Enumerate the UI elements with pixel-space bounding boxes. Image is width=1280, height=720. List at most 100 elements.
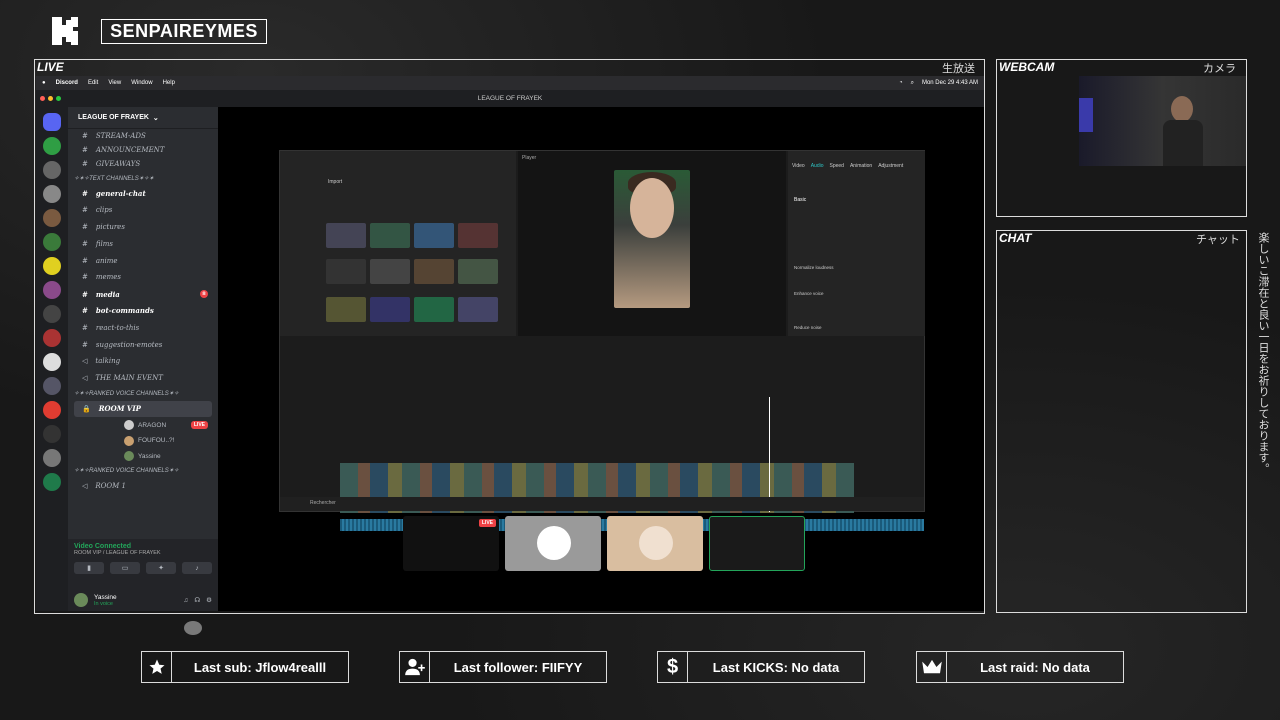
voice-member[interactable]: Yassine [68, 448, 218, 464]
server-icon[interactable] [43, 401, 61, 419]
server-icon[interactable] [43, 449, 61, 467]
menu-app[interactable]: Discord [56, 80, 78, 86]
channel-item[interactable]: # GIVEAWAYS [68, 157, 218, 171]
live-badge: LIVE [478, 519, 496, 527]
channel-talking[interactable]: ◁ talking [68, 353, 218, 370]
speaker-icon: ◁ [82, 482, 88, 491]
playhead[interactable] [769, 397, 770, 512]
player-panel: Player [518, 151, 786, 336]
server-icon[interactable] [43, 209, 61, 227]
channel-anime[interactable]: # anime [68, 252, 218, 269]
hash-icon: # [82, 239, 88, 248]
menu-edit[interactable]: Edit [88, 80, 98, 86]
server-name: LEAGUE OF FRAYEK [78, 114, 149, 121]
crown-icon [917, 652, 947, 682]
participant-tile-speaking[interactable] [709, 516, 805, 571]
live-label: LIVE [37, 60, 64, 74]
close-window-button[interactable] [40, 96, 45, 101]
channel-main-event[interactable]: ◁ THE MAIN EVENT [68, 370, 218, 387]
server-header[interactable]: LEAGUE OF FRAYEK ⌄ [68, 107, 218, 129]
server-icon[interactable] [43, 137, 61, 155]
voice-room-vip[interactable]: 🔒 ROOM VIP [74, 400, 212, 418]
hash-icon: # [82, 188, 88, 198]
server-icon[interactable] [43, 473, 61, 491]
minimize-window-button[interactable] [48, 96, 53, 101]
hash-icon: # [82, 306, 88, 316]
server-icon[interactable] [43, 353, 61, 371]
tab-audio[interactable]: Audio [811, 163, 824, 169]
tab-speed[interactable]: Speed [830, 163, 844, 169]
channel-general-chat[interactable]: # general-chat [68, 185, 218, 202]
channel-label: ROOM VIP [98, 404, 141, 414]
channel-films[interactable]: # films [68, 235, 218, 252]
discord-home-icon[interactable] [43, 113, 61, 131]
channel-name: SENPAIREYMES [101, 19, 267, 44]
import-label[interactable]: Import [328, 179, 342, 185]
channel-suggestion-emotes[interactable]: # suggestion-emotes [68, 336, 218, 353]
camera-icon: ▮ [74, 562, 104, 574]
voice-member[interactable]: ARAGON LIVE [68, 417, 218, 433]
server-icon[interactable] [43, 425, 61, 443]
channel-bot-commands[interactable]: # bot-commands [68, 303, 218, 320]
activities-button[interactable]: ✦ [146, 562, 176, 574]
user-avatar[interactable] [74, 593, 88, 607]
server-icon[interactable] [43, 329, 61, 347]
reduce-label[interactable]: Reduce noise [794, 325, 822, 330]
normalize-label[interactable]: Normalize loudness [794, 265, 834, 270]
channel-clips[interactable]: # clips [68, 202, 218, 219]
shared-video-editor[interactable]: Import Player Video Audio Speed Animatio… [279, 150, 925, 531]
last-sub-box: Last sub: Jflow4realll [141, 651, 349, 683]
channel-media[interactable]: # media 8 [68, 286, 218, 303]
audio-inspector: Video Audio Speed Animation Adjustment B… [788, 151, 925, 336]
wifi-icon[interactable]: ◔ [899, 80, 903, 87]
star-icon [142, 652, 172, 682]
screen-share-icon: ▭ [110, 562, 140, 574]
server-icon[interactable] [43, 305, 61, 323]
soundboard-button[interactable]: ♪ [182, 562, 212, 574]
server-icon[interactable] [43, 257, 61, 275]
text-category[interactable]: ✧✶✧TEXT CHANNELS✶✧✶ [68, 171, 218, 185]
gear-icon[interactable]: ⚙ [206, 596, 212, 604]
menu-view[interactable]: View [108, 80, 121, 86]
user-status: In voice [94, 600, 113, 607]
server-icon[interactable] [43, 377, 61, 395]
voice-member[interactable]: FOUFOU..?! [68, 433, 218, 449]
voice-category[interactable]: ✧✶✧RANKED VOICE CHANNELS✶✧ [68, 387, 218, 401]
voice-category-2[interactable]: ✧✶✧RANKED VOICE CHANNELS✶✧ [68, 464, 218, 478]
tab-animation[interactable]: Animation [850, 163, 872, 169]
speaker-icon: ◁ [82, 357, 88, 366]
channel-item[interactable]: # STREAM-ADS [68, 129, 218, 143]
server-icon[interactable] [43, 281, 61, 299]
stream-tile[interactable]: LIVE [403, 516, 499, 571]
apple-icon[interactable]: ● [42, 80, 46, 86]
participant-tile[interactable] [607, 516, 703, 571]
user-name: Yassine [94, 593, 117, 601]
screen-share-button[interactable]: ▭ [110, 562, 140, 574]
clock[interactable]: Mon Dec 29 4:43 AM [922, 80, 978, 87]
channel-memes[interactable]: # memes [68, 269, 218, 286]
side-jp-text: 楽しいこ滞在と良い一日をお祈りしております。 [1257, 232, 1269, 474]
search-icon[interactable]: ⌕ [911, 80, 914, 87]
menu-window[interactable]: Window [131, 80, 152, 86]
channel-item[interactable]: # ANNOUNCEMENT [68, 143, 218, 157]
avatar [537, 526, 571, 560]
tab-video[interactable]: Video [792, 163, 805, 169]
headphones-icon[interactable]: ☊ [194, 596, 200, 604]
server-icon[interactable] [43, 161, 61, 179]
server-icon[interactable] [43, 233, 61, 251]
member-name: FOUFOU..?! [138, 437, 175, 445]
zoom-window-button[interactable] [56, 96, 61, 101]
camera-button[interactable]: ▮ [74, 562, 104, 574]
channel-pictures[interactable]: # pictures [68, 219, 218, 236]
taskbar-search[interactable]: Rechercher [310, 500, 336, 506]
player-preview [614, 170, 690, 308]
enhance-label[interactable]: Enhance voice [794, 291, 824, 296]
microphone-icon[interactable]: ♫ [184, 597, 189, 604]
channel-react-to-this[interactable]: # react-to-this [68, 319, 218, 336]
tab-adjustment[interactable]: Adjustment [878, 163, 903, 169]
server-icon[interactable] [43, 185, 61, 203]
participant-tile[interactable] [505, 516, 601, 571]
voice-room-1[interactable]: ◁ ROOM 1 [68, 478, 218, 495]
menu-help[interactable]: Help [163, 80, 175, 86]
avatar [124, 420, 134, 431]
